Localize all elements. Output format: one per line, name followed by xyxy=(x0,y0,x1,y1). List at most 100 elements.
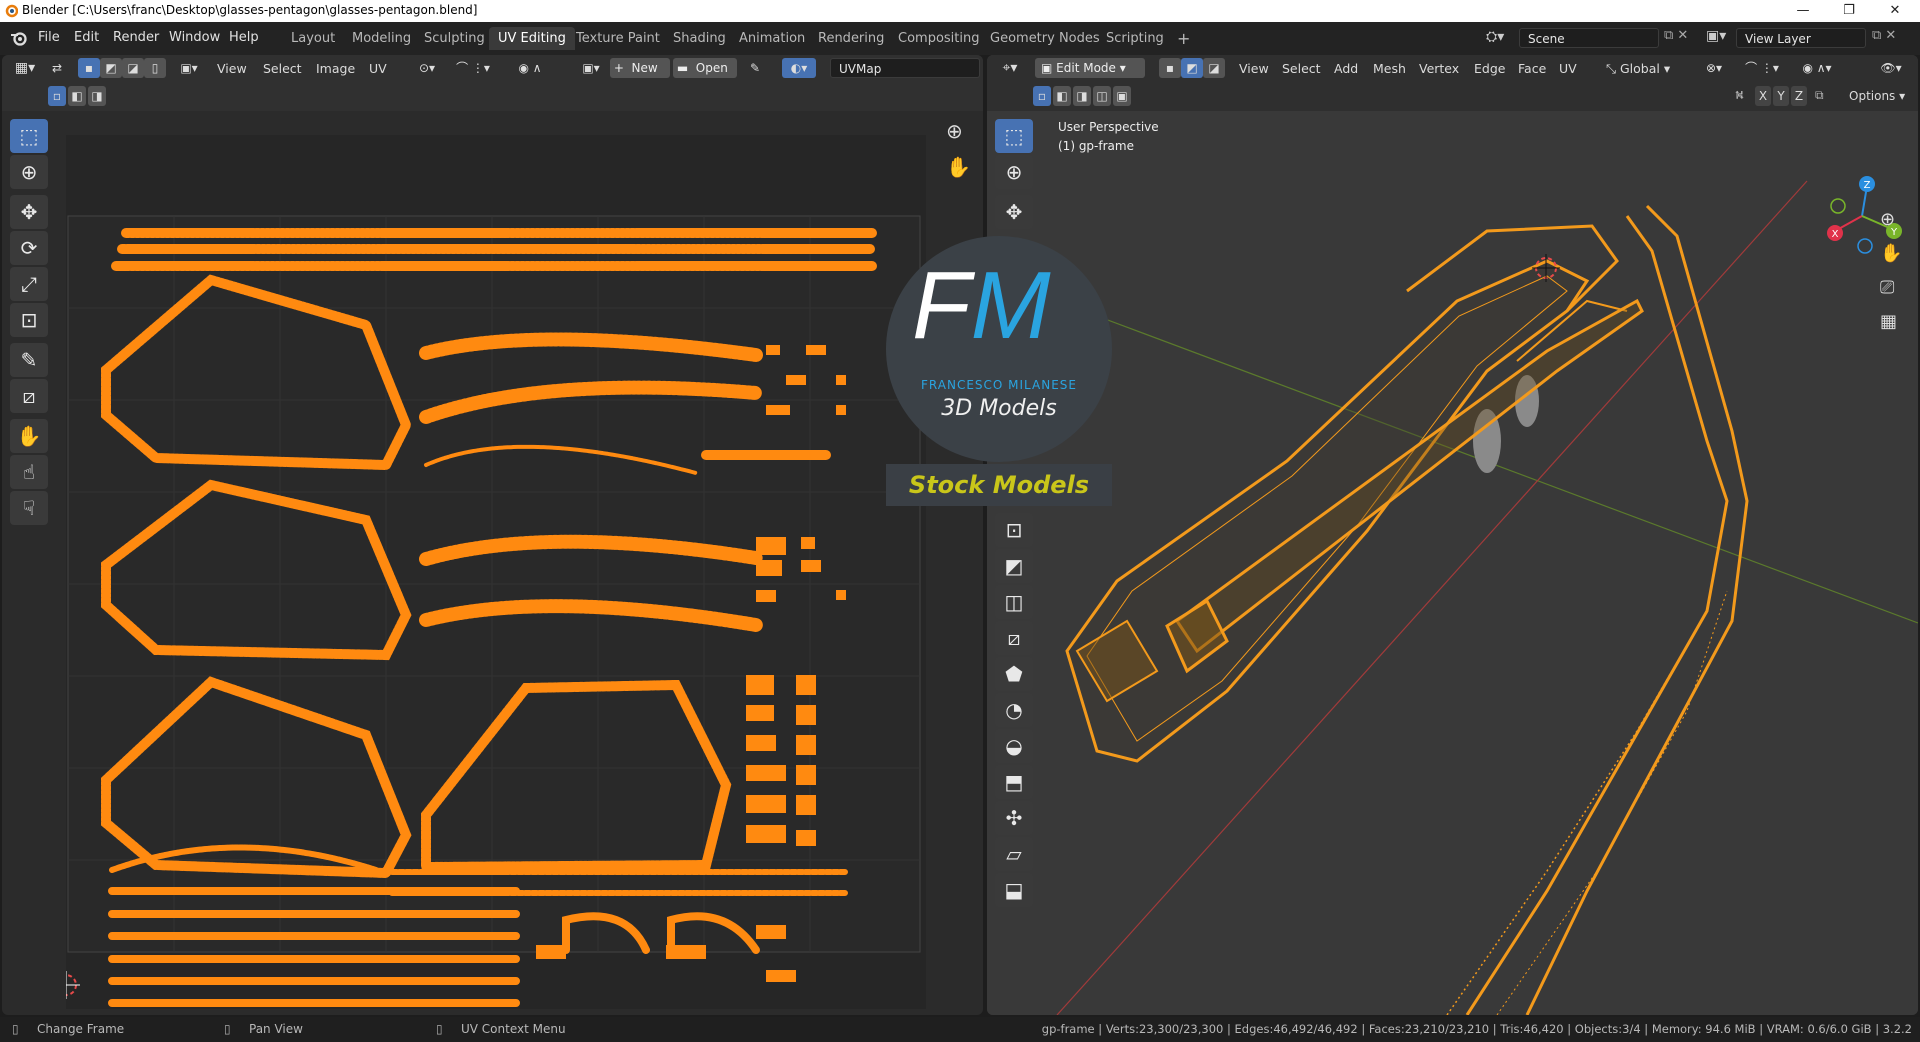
tab-rendering[interactable]: Rendering xyxy=(809,27,893,50)
menu-face[interactable]: Face xyxy=(1518,58,1546,80)
spin-tool-icon[interactable]: ◔ xyxy=(995,693,1033,727)
select-mode-set-icon[interactable]: ▫ xyxy=(48,86,66,106)
viewport-scene[interactable]: Z X Y xyxy=(987,111,1918,1015)
auto-merge-icon[interactable]: ⧉ xyxy=(1815,88,1824,103)
tab-shading[interactable]: Shading xyxy=(664,27,735,50)
uv-vertex-select-icon[interactable]: ▪ xyxy=(78,58,100,78)
vp-cursor-tool-icon[interactable]: ⊕ xyxy=(995,155,1033,189)
view-layer-icon[interactable]: ▣▾ xyxy=(1706,28,1726,44)
select-box-tool[interactable]: ⬚ xyxy=(10,119,48,153)
snap-icon[interactable]: ⌒ ⋮▾ xyxy=(448,58,498,78)
vp-select-mode-subtract-icon[interactable]: ◨ xyxy=(1073,86,1091,106)
menu-add[interactable]: Add xyxy=(1334,58,1358,80)
menu-help[interactable]: Help xyxy=(229,30,259,45)
viewport-editor-type-icon[interactable]: ⌖▾ xyxy=(995,58,1025,78)
uv-menu-uv[interactable]: UV xyxy=(369,58,387,80)
mirror-x-toggle[interactable]: X xyxy=(1755,86,1771,106)
vp-select-mode-extend-icon[interactable]: ◧ xyxy=(1053,86,1071,106)
tab-sculpting[interactable]: Sculpting xyxy=(415,27,494,50)
uv-edge-select-icon[interactable]: ◩ xyxy=(100,58,122,78)
rip-tool-icon[interactable]: ⧄ xyxy=(10,379,48,413)
knife-tool-icon[interactable]: ⧄ xyxy=(995,621,1033,655)
smooth-tool-icon[interactable]: ◒ xyxy=(995,729,1033,763)
add-workspace-button[interactable]: + xyxy=(1168,27,1199,50)
overlays-icon[interactable]: ◐▾ xyxy=(782,58,816,78)
tab-texture-paint[interactable]: Texture Paint xyxy=(567,27,669,50)
proportional-edit-icon[interactable]: ◉ ∧ xyxy=(510,58,550,78)
mirror-y-toggle[interactable]: Y xyxy=(1773,86,1789,106)
select-mode-subtract-icon[interactable]: ◨ xyxy=(88,86,106,106)
menu-vertex[interactable]: Vertex xyxy=(1419,58,1459,80)
camera-view-icon[interactable]: ⎚ xyxy=(1880,277,1894,298)
bevel-tool-icon[interactable]: ◩ xyxy=(995,549,1033,583)
proportional-editing-icon[interactable]: ◉ ∧▾ xyxy=(1795,58,1839,78)
new-scene-icon[interactable]: ⧉ ✕ xyxy=(1664,28,1688,43)
vp-select-mode-invert-icon[interactable]: ◫ xyxy=(1093,86,1111,106)
uvmap-field[interactable]: UVMap xyxy=(830,58,980,78)
shear-tool-icon[interactable]: ▱ xyxy=(995,837,1033,871)
zoom-icon[interactable]: ⊕ xyxy=(946,119,963,143)
uv-sync-icon[interactable]: ⇄ xyxy=(46,58,68,78)
loop-cut-tool-icon[interactable]: ◫ xyxy=(995,585,1033,619)
uv-face-select-icon[interactable]: ◪ xyxy=(122,58,144,78)
edge-slide-tool-icon[interactable]: ⬒ xyxy=(995,765,1033,799)
menu-view[interactable]: View xyxy=(1239,58,1269,80)
sticky-select-icon[interactable]: ▣▾ xyxy=(174,58,204,78)
vertex-select-icon[interactable]: ▪ xyxy=(1159,58,1181,78)
uv-menu-image[interactable]: Image xyxy=(316,58,355,80)
grab-tool-icon[interactable]: ✋ xyxy=(10,419,48,453)
shrink-fatten-tool-icon[interactable]: ✣ xyxy=(995,801,1033,835)
select-mode-extend-icon[interactable]: ◧ xyxy=(68,86,86,106)
menu-window[interactable]: Window xyxy=(169,30,220,45)
vp-select-box-tool[interactable]: ⬚ xyxy=(995,119,1033,153)
vp-select-mode-intersect-icon[interactable]: ▣ xyxy=(1113,86,1131,106)
mode-dropdown[interactable]: ▣ Edit Mode ▾ xyxy=(1035,58,1145,78)
vp-pan-hand-icon[interactable]: ✋ xyxy=(1880,243,1902,264)
tab-compositing[interactable]: Compositing xyxy=(889,27,989,50)
menu-file[interactable]: File xyxy=(38,30,60,45)
inset-tool-icon[interactable]: ⊡ xyxy=(995,513,1033,547)
mirror-icon[interactable]: ⛕ xyxy=(1735,88,1744,104)
snapping-icon[interactable]: ⌒ ⋮▾ xyxy=(1737,58,1787,78)
relax-tool-icon[interactable]: ☝ xyxy=(10,455,48,489)
poly-build-tool-icon[interactable]: ⬟ xyxy=(995,657,1033,691)
view-layer-field[interactable]: View Layer xyxy=(1736,28,1866,48)
vp-select-mode-set-icon[interactable]: ▫ xyxy=(1033,86,1051,106)
pinch-tool-icon[interactable]: ☟ xyxy=(10,491,48,525)
rotate-tool-icon[interactable]: ⟳ xyxy=(10,231,48,265)
image-browse-icon[interactable]: ▣▾ xyxy=(576,58,606,78)
rip-region-tool-icon[interactable]: ⬓ xyxy=(995,873,1033,907)
scene-icon[interactable]: ⛭▾ xyxy=(1486,29,1516,49)
close-button[interactable]: ✕ xyxy=(1872,0,1918,22)
minimize-button[interactable]: — xyxy=(1780,0,1826,22)
scale-tool-icon[interactable]: ⤢ xyxy=(10,267,48,301)
tab-animation[interactable]: Animation xyxy=(730,27,814,50)
editor-type-icon[interactable]: ▦▾ xyxy=(10,58,40,78)
options-dropdown[interactable]: Options ▾ xyxy=(1849,85,1905,107)
tab-layout[interactable]: Layout xyxy=(282,27,344,50)
mirror-z-toggle[interactable]: Z xyxy=(1791,86,1807,106)
menu-render[interactable]: Render xyxy=(113,30,159,45)
uv-menu-select[interactable]: Select xyxy=(263,58,302,80)
tab-scripting[interactable]: Scripting xyxy=(1097,27,1173,50)
maximize-button[interactable]: ❐ xyxy=(1826,0,1872,22)
transform-orientation-dropdown[interactable]: ⤡ Global ▾ xyxy=(1606,58,1670,80)
transform-tool-icon[interactable]: ⊡ xyxy=(10,303,48,337)
face-select-icon[interactable]: ◪ xyxy=(1203,58,1225,78)
cursor-tool-icon[interactable]: ⊕ xyxy=(10,155,48,189)
pan-hand-icon[interactable]: ✋ xyxy=(946,155,971,179)
pivot-point-icon[interactable]: ⊗▾ xyxy=(1699,58,1729,78)
perspective-toggle-icon[interactable]: ▦ xyxy=(1880,311,1897,332)
scene-field[interactable]: Scene xyxy=(1519,28,1659,48)
vp-zoom-icon[interactable]: ⊕ xyxy=(1880,209,1895,230)
new-image-button[interactable]: + New xyxy=(610,58,670,78)
move-tool-icon[interactable]: ✥ xyxy=(10,195,48,229)
new-view-layer-icon[interactable]: ⧉ ✕ xyxy=(1872,28,1896,43)
pivot-icon[interactable]: ⊙▾ xyxy=(412,58,442,78)
visibility-icon[interactable]: 👁▾ xyxy=(1871,58,1911,78)
edge-select-icon[interactable]: ◩ xyxy=(1181,58,1203,78)
uv-menu-view[interactable]: View xyxy=(217,58,247,80)
pin-icon[interactable]: ✎ xyxy=(744,58,766,78)
menu-select[interactable]: Select xyxy=(1282,58,1321,80)
uv-island-select-icon[interactable]: ▯ xyxy=(144,58,166,78)
